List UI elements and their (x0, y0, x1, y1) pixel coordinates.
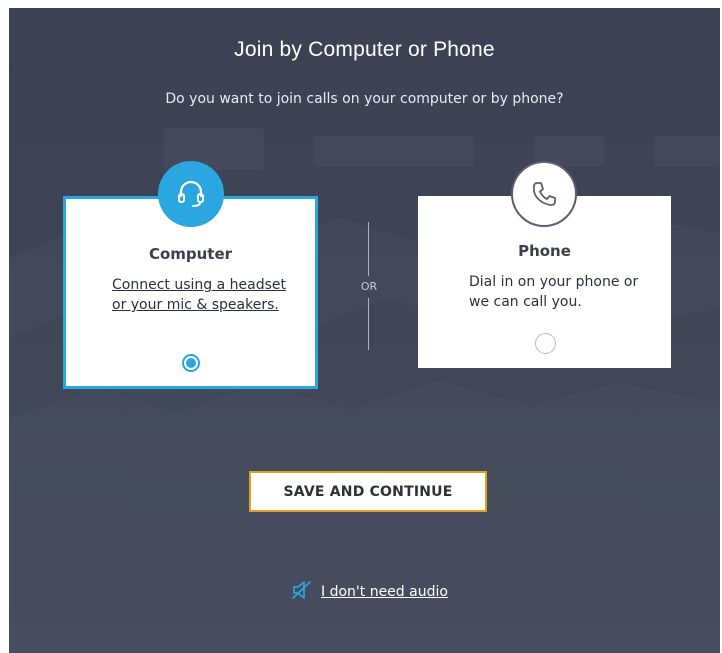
background-blur-block (314, 136, 474, 166)
phone-option-description: Dial in on your phone or we can call you… (469, 274, 639, 310)
headset-icon (158, 161, 224, 227)
background-blur-block (654, 136, 720, 166)
dialog-title: Join by Computer or Phone (234, 38, 495, 61)
phone-option-card[interactable]: Phone Dial in on your phone or we can ca… (418, 161, 671, 368)
save-and-continue-button[interactable]: SAVE AND CONTINUE (249, 471, 487, 512)
or-divider-line (368, 298, 369, 350)
or-separator-label: OR (360, 280, 378, 293)
computer-option-radio[interactable] (182, 354, 200, 372)
speaker-muted-icon (291, 580, 313, 604)
no-audio-label: I don't need audio (321, 584, 448, 600)
dialog-subtitle: Do you want to join calls on your comput… (165, 91, 564, 107)
phone-option-title: Phone (518, 242, 571, 260)
join-audio-dialog: Join by Computer or Phone Do you want to… (9, 8, 720, 653)
phone-icon (511, 161, 577, 227)
computer-option-description: Connect using a headset or your mic & sp… (112, 277, 286, 313)
radio-selected-dot (186, 358, 196, 368)
phone-option-radio[interactable] (535, 333, 556, 354)
no-audio-link[interactable]: I don't need audio (291, 580, 448, 604)
or-divider-line (368, 222, 369, 276)
computer-option-card[interactable]: Computer Connect using a headset or your… (63, 161, 318, 389)
computer-option-title: Computer (148, 245, 233, 263)
